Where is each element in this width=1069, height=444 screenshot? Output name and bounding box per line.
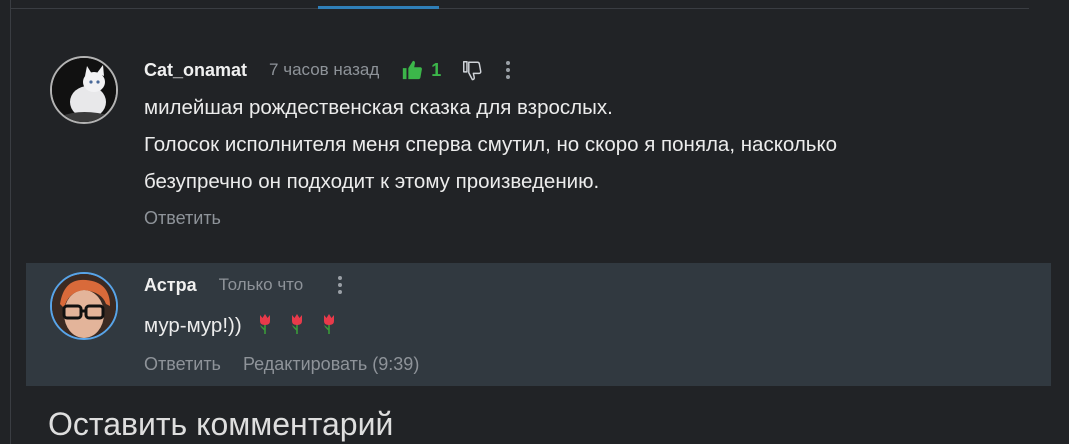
comment-text: милейшая рождественская сказка для взрос… [144, 89, 837, 200]
top-divider [10, 8, 1029, 9]
comment-line: безупречно он подходит к этому произведе… [144, 170, 600, 193]
cat-avatar-icon [52, 58, 116, 122]
reply-button[interactable]: Ответить [144, 354, 221, 375]
comment-line: Голосок исполнителя меня сперва смутил, … [144, 133, 838, 156]
tulip-emoji-icon [292, 314, 303, 334]
comment-line: мур-мур!)) [144, 314, 242, 337]
edit-button[interactable]: Редактировать (9:39) [243, 354, 419, 375]
tulip-emoji-icon [323, 314, 334, 334]
comment-actions: Ответить Редактировать (9:39) [144, 354, 419, 375]
comment-time: 7 часов назад [269, 60, 380, 79]
tulip-emoji-icon [260, 314, 271, 334]
thumbs-down-icon [463, 61, 482, 81]
comment-time: Только что [218, 275, 304, 294]
comment: Cat_onamat 7 часов назад 1 милейшая рожд… [26, 40, 1051, 240]
author-name[interactable]: Cat_onamat [144, 60, 247, 81]
comment-text: мур-мур!)) [144, 307, 337, 344]
like-button[interactable]: 1 [401, 59, 441, 81]
active-tab-indicator [318, 6, 439, 9]
left-divider [10, 0, 11, 444]
comment-line: милейшая рождественская сказка для взрос… [144, 96, 613, 119]
thumbs-up-icon [403, 60, 423, 80]
dislike-button[interactable] [461, 59, 483, 81]
comment: Астра Только что мур-мур!)) Ответить Ред… [26, 263, 1051, 386]
comment-actions: Ответить [144, 208, 221, 229]
reply-button[interactable]: Ответить [144, 208, 221, 229]
more-vertical-icon [506, 61, 511, 79]
person-avatar-icon [52, 274, 116, 338]
leave-comment-heading: Оставить комментарий [48, 406, 394, 442]
comment-meta: Астра Только что [144, 273, 343, 297]
more-vertical-icon [338, 276, 343, 294]
like-count: 1 [431, 59, 442, 80]
more-options-button[interactable] [337, 275, 343, 295]
comment-meta: Cat_onamat 7 часов назад 1 [144, 58, 511, 82]
avatar[interactable] [50, 272, 118, 340]
more-options-button[interactable] [505, 60, 511, 80]
avatar[interactable] [50, 56, 118, 124]
author-name[interactable]: Астра [144, 275, 197, 296]
